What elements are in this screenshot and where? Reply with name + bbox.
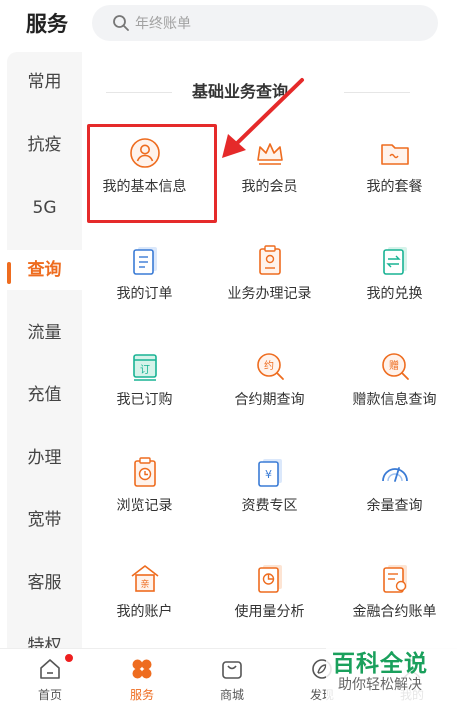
tile-label: 使用量分析 (234, 604, 305, 620)
history-icon (133, 457, 156, 487)
page-title: 服务 (26, 12, 68, 36)
svg-text:约: 约 (264, 359, 274, 372)
tile-label: 我的会员 (241, 179, 298, 195)
tile-label: 我的兑换 (366, 286, 423, 302)
divider-right (344, 92, 410, 93)
finance-bill-icon (382, 565, 407, 593)
tile-gift-query[interactable]: 赠 赠款信息查询 (332, 349, 457, 449)
service-flower-icon (132, 659, 152, 679)
sidebar-item-privilege[interactable]: 特权 (7, 626, 82, 648)
tile-label: 我的账户 (116, 604, 173, 620)
watermark-subtitle: 助你轻松解决 (338, 677, 422, 693)
order-doc-icon (132, 247, 157, 275)
tile-my-account[interactable]: 亲 我的账户 (82, 561, 207, 661)
tariff-icon: ¥ (257, 459, 282, 487)
tab-label: 首页 (37, 688, 62, 702)
watermark: 百科全说 助你轻松解决 (326, 640, 457, 702)
clipboard-icon (258, 245, 281, 275)
tile-label: 赠款信息查询 (352, 392, 437, 408)
shop-bag-icon (222, 661, 242, 679)
svg-text:亲: 亲 (140, 578, 149, 590)
sidebar-item-customer-service[interactable]: 客服 (7, 563, 82, 603)
tab-label: 商城 (219, 688, 244, 702)
search-icon (113, 15, 129, 31)
gauge-icon (381, 467, 408, 482)
tile-tariff-zone[interactable]: ¥ 资费专区 (207, 455, 332, 555)
tile-business-records[interactable]: 业务办理记录 (207, 243, 332, 343)
svg-text:订: 订 (140, 364, 150, 376)
notification-dot (64, 653, 74, 663)
account-house-icon: 亲 (131, 565, 158, 592)
subscribed-icon: 订 (132, 354, 157, 381)
svg-text:赠: 赠 (389, 359, 399, 372)
tile-contract-query[interactable]: 约 合约期查询 (207, 349, 332, 449)
folder-icon (380, 144, 409, 165)
category-sidebar: 常用 抗疫 5G 查询 流量 充值 办理 宽带 客服 特权 (7, 52, 82, 648)
tab-shop[interactable]: 商城 (187, 649, 277, 702)
tab-home[interactable]: 首页 (5, 649, 95, 702)
home-icon (40, 659, 60, 679)
tile-browse-history[interactable]: 浏览记录 (82, 455, 207, 555)
tile-label: 余量查询 (366, 498, 423, 514)
usage-chart-icon (257, 565, 282, 593)
sidebar-item-data[interactable]: 流量 (7, 313, 82, 353)
divider-left (106, 92, 172, 93)
svg-text:¥: ¥ (265, 468, 272, 481)
tab-service[interactable]: 服务 (97, 649, 187, 702)
watermark-title: 百科全说 (332, 651, 428, 677)
sidebar-item-query[interactable]: 查询 (7, 250, 82, 290)
sidebar-item-common[interactable]: 常用 (7, 62, 82, 102)
tile-exchange[interactable]: 我的兑换 (332, 243, 457, 343)
tile-subscribed[interactable]: 订 我已订购 (82, 349, 207, 449)
exchange-icon (382, 247, 407, 275)
tile-label: 我的订单 (116, 286, 173, 302)
tile-package[interactable]: 我的套餐 (332, 136, 457, 236)
tile-label: 资费专区 (241, 498, 298, 514)
tile-label: 我已订购 (116, 392, 173, 408)
sidebar-item-antiepidemic[interactable]: 抗疫 (7, 125, 82, 165)
sidebar-item-recharge[interactable]: 充值 (7, 375, 82, 415)
tile-label: 合约期查询 (234, 392, 305, 408)
tile-label: 我的套餐 (366, 179, 423, 195)
search-placeholder: 年终账单 (135, 16, 191, 32)
highlight-box (87, 124, 217, 223)
annotation-arrow-icon (222, 78, 304, 158)
active-indicator (7, 262, 11, 284)
sidebar-item-5g[interactable]: 5G (7, 188, 82, 228)
tile-label: 浏览记录 (116, 498, 173, 514)
sidebar-item-broadband[interactable]: 宽带 (7, 500, 82, 540)
search-bar[interactable]: 年终账单 (92, 5, 438, 41)
tile-usage-analysis[interactable]: 使用量分析 (207, 561, 332, 661)
tile-balance-query[interactable]: 余量查询 (332, 455, 457, 555)
sidebar-item-handle[interactable]: 办理 (7, 438, 82, 478)
tile-orders[interactable]: 我的订单 (82, 243, 207, 343)
header: 服务 年终账单 (0, 0, 457, 48)
tile-label: 金融合约账单 (352, 604, 437, 620)
tile-label: 业务办理记录 (227, 286, 312, 302)
gift-search-icon: 赠 (381, 353, 409, 380)
tab-label: 服务 (129, 688, 154, 702)
contract-search-icon: 约 (256, 353, 284, 380)
